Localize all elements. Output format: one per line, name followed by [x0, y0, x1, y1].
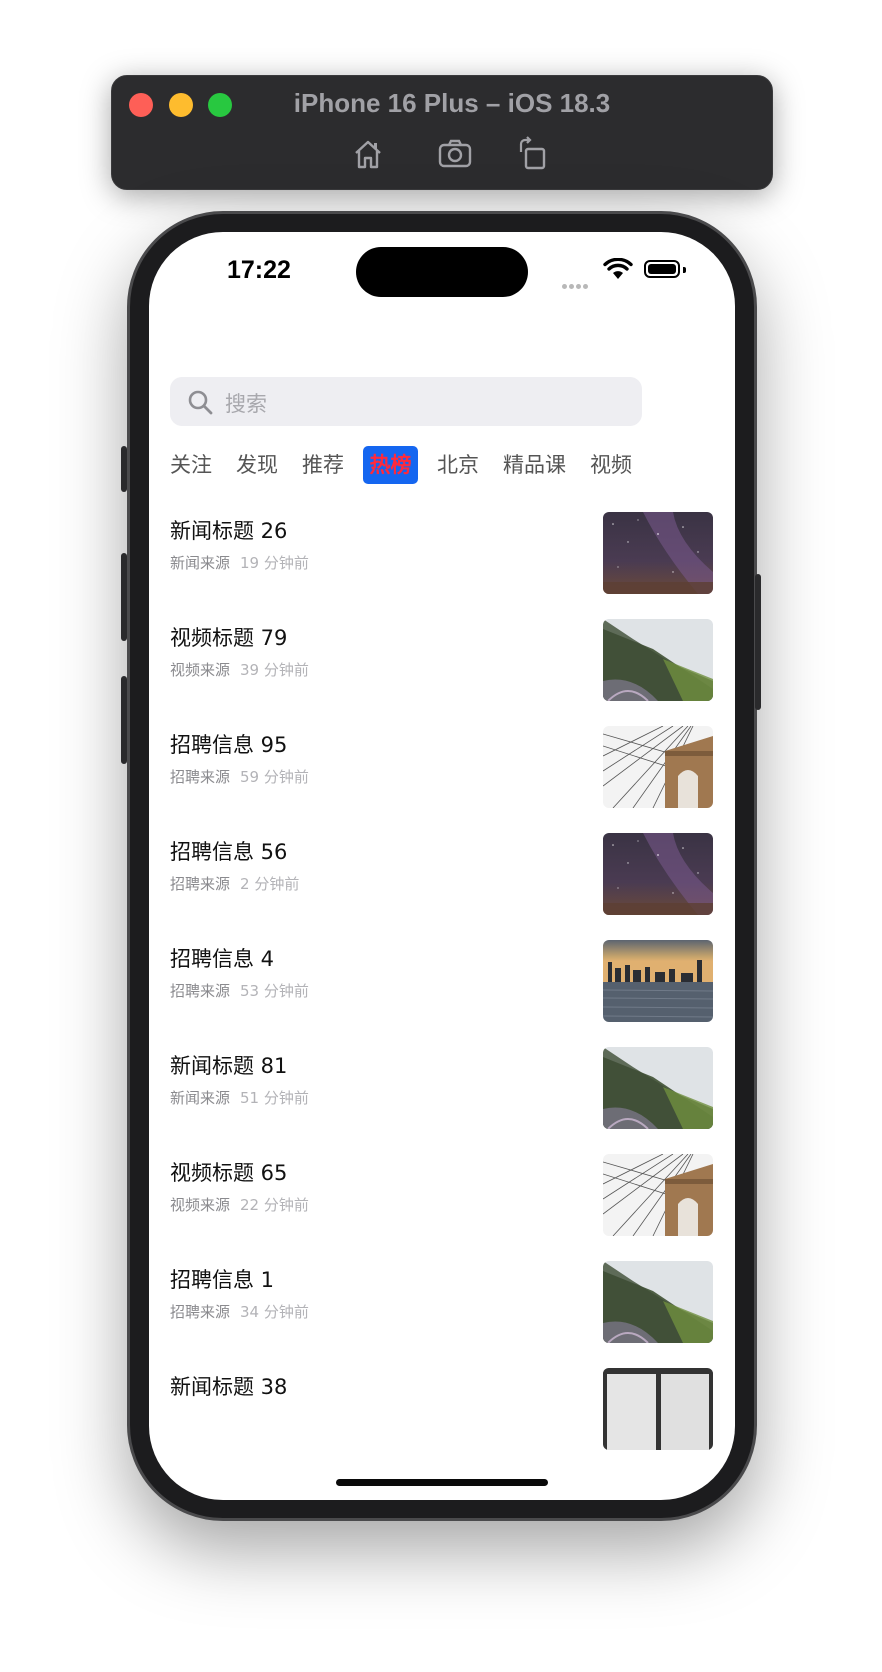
- wifi-icon: [603, 258, 633, 279]
- item-time: 34 分钟前: [240, 1303, 309, 1321]
- item-thumbnail: [603, 1261, 713, 1343]
- volume-down-button: [121, 676, 127, 764]
- item-meta: 招聘来源 59 分钟前: [170, 766, 309, 787]
- dynamic-island: [356, 247, 528, 297]
- item-source: 视频来源: [170, 661, 231, 679]
- item-time: 22 分钟前: [240, 1196, 309, 1214]
- item-time: 53 分钟前: [240, 982, 309, 1000]
- item-title: 招聘信息 4: [170, 947, 275, 971]
- item-thumbnail: [603, 512, 713, 594]
- item-meta: 招聘来源 53 分钟前: [170, 980, 309, 1001]
- home-indicator[interactable]: [336, 1479, 548, 1486]
- home-icon[interactable]: [350, 136, 386, 172]
- item-thumbnail: [603, 726, 713, 808]
- list-item[interactable]: 新闻标题 26 新闻来源 19 分钟前: [149, 512, 735, 626]
- item-source: 视频来源: [170, 1196, 231, 1214]
- item-source: 招聘来源: [170, 875, 231, 893]
- tab-faxian[interactable]: 发现: [236, 446, 278, 484]
- tab-rebang[interactable]: 热榜: [363, 446, 418, 484]
- search-placeholder: 搜索: [225, 392, 267, 416]
- list-item[interactable]: 新闻标题 81 新闻来源 51 分钟前: [149, 1047, 735, 1161]
- item-meta: 招聘来源 34 分钟前: [170, 1301, 309, 1322]
- item-thumbnail: [603, 1368, 713, 1450]
- tab-jingpinke[interactable]: 精品课: [503, 446, 566, 484]
- search-icon: [188, 390, 213, 415]
- item-title: 招聘信息 1: [170, 1268, 275, 1292]
- item-thumbnail: [603, 619, 713, 701]
- item-source: 新闻来源: [170, 554, 231, 572]
- battery-icon: [644, 260, 680, 278]
- item-meta: 招聘来源 2 分钟前: [170, 873, 299, 894]
- screenshot-icon[interactable]: [437, 136, 473, 172]
- item-title: 招聘信息 56: [170, 840, 288, 864]
- search-bar[interactable]: 搜索: [170, 377, 642, 426]
- item-title: 视频标题 65: [170, 1161, 288, 1185]
- action-button: [121, 446, 127, 492]
- item-title: 新闻标题 26: [170, 519, 288, 543]
- item-time: 39 分钟前: [240, 661, 309, 679]
- item-title: 新闻标题 38: [170, 1375, 288, 1399]
- list-item[interactable]: 招聘信息 4 招聘来源 53 分钟前: [149, 940, 735, 1054]
- simulator-titlebar: iPhone 16 Plus – iOS 18.3: [111, 75, 773, 190]
- tab-guanzhu[interactable]: 关注: [170, 446, 212, 484]
- tab-tuijian[interactable]: 推荐: [302, 446, 344, 484]
- phone-screen: 17:22 搜索 关注 发现 推荐 热榜 北京 精品课 视频 新闻标题 26 新闻…: [149, 232, 735, 1500]
- item-source: 招聘来源: [170, 1303, 231, 1321]
- item-thumbnail: [603, 833, 713, 915]
- item-time: 2 分钟前: [240, 875, 300, 893]
- item-meta: 视频来源 39 分钟前: [170, 659, 309, 680]
- item-title: 招聘信息 95: [170, 733, 288, 757]
- list-item[interactable]: 招聘信息 1 招聘来源 34 分钟前: [149, 1261, 735, 1375]
- list-item[interactable]: 招聘信息 95 招聘来源 59 分钟前: [149, 726, 735, 840]
- item-thumbnail: [603, 1047, 713, 1129]
- item-meta: 视频来源 22 分钟前: [170, 1194, 309, 1215]
- item-title: 视频标题 79: [170, 626, 288, 650]
- list-item[interactable]: 新闻标题 38: [149, 1368, 735, 1482]
- list-item[interactable]: 视频标题 79 视频来源 39 分钟前: [149, 619, 735, 733]
- item-title: 新闻标题 81: [170, 1054, 288, 1078]
- tab-beijing[interactable]: 北京: [437, 446, 479, 484]
- volume-up-button: [121, 553, 127, 641]
- tab-shipin[interactable]: 视频: [590, 446, 632, 484]
- item-source: 招聘来源: [170, 982, 231, 1000]
- item-meta: 新闻来源 51 分钟前: [170, 1087, 309, 1108]
- item-source: 招聘来源: [170, 768, 231, 786]
- signal-icon: [562, 274, 594, 289]
- item-time: 59 分钟前: [240, 768, 309, 786]
- list-item[interactable]: 视频标题 65 视频来源 22 分钟前: [149, 1154, 735, 1268]
- item-thumbnail: [603, 940, 713, 1022]
- status-time: 17:22: [227, 256, 291, 284]
- simulator-title: iPhone 16 Plus – iOS 18.3: [293, 88, 611, 118]
- item-source: 新闻来源: [170, 1089, 231, 1107]
- item-time: 51 分钟前: [240, 1089, 309, 1107]
- battery-tip: [683, 267, 686, 273]
- rotate-icon[interactable]: [515, 136, 551, 172]
- power-button: [755, 574, 761, 710]
- list-item[interactable]: 招聘信息 56 招聘来源 2 分钟前: [149, 833, 735, 947]
- item-meta: 新闻来源 19 分钟前: [170, 552, 309, 573]
- item-time: 19 分钟前: [240, 554, 309, 572]
- item-thumbnail: [603, 1154, 713, 1236]
